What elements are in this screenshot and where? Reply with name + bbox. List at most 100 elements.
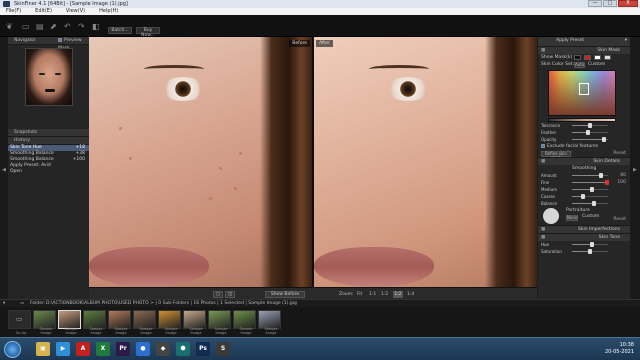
minimize-button[interactable]: — <box>588 0 602 7</box>
compare-icon[interactable]: ◧ <box>92 22 100 31</box>
skin-color-picker[interactable] <box>548 70 616 116</box>
menu-file[interactable]: File(F) <box>6 8 21 15</box>
portraiture-none[interactable]: None <box>566 215 578 221</box>
system-tray[interactable]: 10:38 20-05-2021 <box>605 342 634 356</box>
canvas-bottom-bar: ▢ ◫ Show Before Zoom: Fit 1:1 1:2 1:2 1:… <box>89 287 537 299</box>
slider-track[interactable] <box>572 194 608 199</box>
maximize-button[interactable]: □ <box>603 0 617 7</box>
batch-button[interactable]: Batch... <box>108 27 132 34</box>
slider-track[interactable] <box>572 123 608 128</box>
split-view-button[interactable]: ◫ <box>225 291 235 298</box>
skin-mask-header[interactable]: ■ Skin Mask <box>538 46 630 54</box>
skin-color-custom[interactable]: Custom <box>588 61 605 68</box>
slider-knob[interactable] <box>586 130 591 135</box>
explorer-icon[interactable]: ▣ <box>36 342 50 356</box>
slider-knob[interactable] <box>602 137 607 142</box>
zoom-fit[interactable]: Fit <box>357 291 362 298</box>
color-picker-marker[interactable] <box>579 83 589 95</box>
excel-icon[interactable]: X <box>96 342 110 356</box>
filmstrip-thumbnail[interactable]: Sample Image <box>183 310 206 335</box>
zoom-selected[interactable]: 1:2 <box>393 291 403 298</box>
slider-track[interactable] <box>572 180 610 185</box>
after-pane[interactable]: After <box>314 37 537 287</box>
skinfiner-icon[interactable]: S <box>216 342 230 356</box>
buy-now-button[interactable]: Buy Now... <box>136 27 160 38</box>
slider-knob[interactable] <box>580 194 585 199</box>
filmstrip-thumbnail[interactable]: Sample Image <box>233 310 256 335</box>
slider-knob[interactable] <box>598 173 603 178</box>
export-icon[interactable]: ⬈ <box>50 22 58 31</box>
filmstrip-thumbnail[interactable]: Sample Image <box>258 310 281 335</box>
open-folder-icon[interactable]: ▭ <box>22 22 30 31</box>
history-header[interactable]: History <box>8 137 89 145</box>
app-icon[interactable]: ◆ <box>156 342 170 356</box>
skin-details-header[interactable]: ■ Skin Details <box>538 157 630 165</box>
redo-icon[interactable]: ↷ <box>78 22 86 31</box>
menu-view[interactable]: View(V) <box>66 8 85 15</box>
skin-details-reset[interactable]: Reset <box>613 216 626 223</box>
single-view-button[interactable]: ▢ <box>213 291 223 298</box>
slider-track[interactable] <box>572 173 608 178</box>
snapshots-header[interactable]: Snapshots <box>8 129 89 137</box>
navigator-thumbnail[interactable] <box>24 48 73 106</box>
premiere-icon[interactable]: Pr <box>116 342 130 356</box>
preview-mask-checkbox[interactable] <box>58 37 62 42</box>
filmstrip-thumbnail[interactable]: Sample Image <box>58 310 81 335</box>
slider-knob[interactable] <box>588 249 592 254</box>
slider-track[interactable] <box>572 137 608 142</box>
menu-edit[interactable]: Edit(E) <box>35 8 52 15</box>
acrobat-icon[interactable]: A <box>76 342 90 356</box>
slider-row: Fine 100 <box>538 179 630 186</box>
slider-knob[interactable] <box>588 123 592 128</box>
hexagon-app-icon[interactable]: ⬢ <box>176 342 190 356</box>
slider-label: Fine <box>541 180 550 185</box>
close-button[interactable]: X <box>618 0 638 7</box>
photoshop-icon[interactable]: Ps <box>196 342 210 356</box>
skin-imperfections-header[interactable]: ■ Skin Imperfections <box>538 225 630 233</box>
slider-track[interactable] <box>572 242 608 247</box>
browser-icon[interactable]: ● <box>136 342 150 356</box>
skin-mask-reset[interactable]: Reset <box>613 150 626 157</box>
filmstrip-thumbnail[interactable]: Sample Image <box>133 310 156 335</box>
right-panel-toggle[interactable]: ▶ <box>630 37 640 299</box>
zoom-1-4[interactable]: 1:4 <box>407 291 414 298</box>
filmstrip-thumbnail[interactable]: Sample Image <box>208 310 231 335</box>
menu-help[interactable]: Help(H) <box>99 8 118 15</box>
image-canvas[interactable]: Before After <box>89 37 537 287</box>
history-item[interactable]: Open <box>8 169 89 175</box>
portraiture-custom[interactable]: Custom <box>582 213 599 220</box>
mask-color-light[interactable] <box>604 55 611 60</box>
slider-track[interactable] <box>572 187 608 192</box>
slider-knob[interactable] <box>605 180 610 185</box>
undo-icon[interactable]: ↶ <box>64 22 72 31</box>
filmstrip-thumbnail[interactable]: Sample Image <box>158 310 181 335</box>
media-player-icon[interactable]: ▶ <box>56 342 70 356</box>
mask-color-red[interactable] <box>584 55 591 60</box>
save-icon[interactable]: ▤ <box>36 22 44 31</box>
left-panel-toggle[interactable]: ◀ <box>0 37 8 299</box>
slider-knob[interactable] <box>589 242 594 247</box>
start-button[interactable] <box>4 341 21 358</box>
apply-preset-bar[interactable]: Apply Preset ▾ <box>538 37 630 46</box>
skin-tone-header[interactable]: ■ Skin Tone <box>538 233 630 241</box>
slider-track[interactable] <box>572 201 608 206</box>
slider-track[interactable] <box>572 249 608 254</box>
navigator-header[interactable]: Navigator Preview Mask <box>8 37 89 51</box>
mask-color-white[interactable] <box>594 55 601 60</box>
show-before-button[interactable]: Show Before <box>265 291 305 298</box>
before-pane[interactable]: Before <box>89 37 312 287</box>
filmstrip-thumbnail[interactable]: Sample Image <box>83 310 106 335</box>
filmstrip-thumbnail[interactable]: Sample Image <box>33 310 56 335</box>
slider-knob[interactable] <box>591 201 596 206</box>
slider-track[interactable] <box>572 130 608 135</box>
go-up-button[interactable]: ▭ Go Up <box>8 310 31 335</box>
skin-color-auto[interactable]: Auto <box>574 62 585 68</box>
exclude-row[interactable]: Exclude facial features automatically <box>538 143 630 156</box>
zoom-1-1[interactable]: 1:1 <box>369 291 376 298</box>
apply-preset-dropdown[interactable]: Apply Preset <box>556 37 584 45</box>
mask-color-black[interactable] <box>574 55 581 60</box>
zoom-1-2[interactable]: 1:2 <box>381 291 388 298</box>
exclude-checkbox[interactable] <box>541 143 545 148</box>
slider-knob[interactable] <box>589 187 594 192</box>
filmstrip-thumbnail[interactable]: Sample Image <box>108 310 131 335</box>
